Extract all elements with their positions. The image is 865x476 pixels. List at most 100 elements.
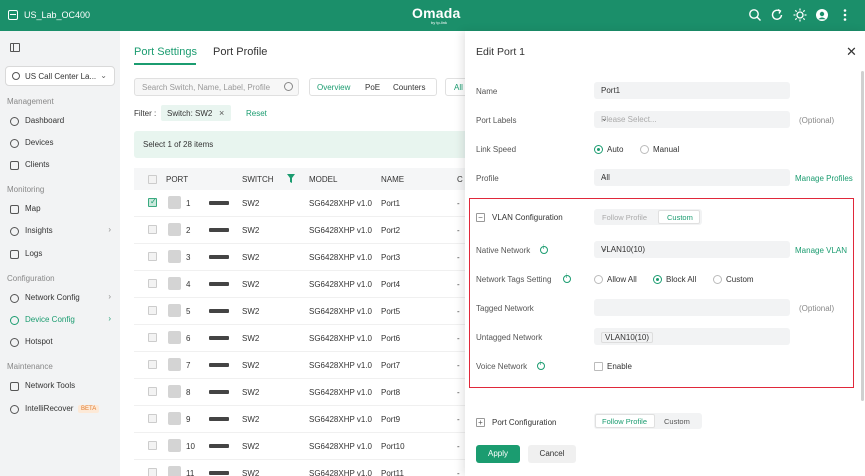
cancel-button[interactable]: Cancel: [528, 445, 576, 463]
port-labels-select[interactable]: Please Select... ⌄: [594, 111, 790, 128]
search-input[interactable]: Search Switch, Name, Label, Profile: [134, 78, 299, 96]
reset-link[interactable]: Reset: [246, 109, 267, 118]
row-checkbox[interactable]: [148, 225, 157, 234]
cell-model: SG6428XHP v1.0: [309, 415, 373, 424]
row-checkbox[interactable]: [148, 414, 157, 423]
select-all-checkbox[interactable]: [148, 175, 157, 184]
row-checkbox[interactable]: [148, 360, 157, 369]
table-row[interactable]: 2 SW2 SG6428XHP v1.0 Port2 -: [134, 217, 474, 244]
row-checkbox[interactable]: [148, 441, 157, 450]
sidebar-item-label: Dashboard: [25, 116, 65, 125]
col-c[interactable]: C: [457, 175, 463, 184]
follow-profile-option[interactable]: Follow Profile: [595, 414, 655, 428]
section-management: Management: [7, 97, 54, 106]
sidebar-item-logs[interactable]: Logs: [0, 245, 120, 263]
section-maintenance: Maintenance: [7, 362, 53, 371]
close-icon[interactable]: ✕: [846, 44, 857, 60]
sidebar-item-clients[interactable]: Clients: [0, 156, 120, 174]
table-row[interactable]: 11 SW2 SG6428XHP v1.0 Port11 -: [134, 460, 474, 476]
manage-vlan-link[interactable]: Manage VLAN: [795, 246, 847, 255]
block-all-radio[interactable]: [653, 275, 662, 284]
custom-option[interactable]: Custom: [658, 210, 700, 224]
row-checkbox[interactable]: [148, 306, 157, 315]
row-checkbox[interactable]: [148, 252, 157, 261]
site-selector[interactable]: US Call Center La... ⌄: [5, 66, 115, 86]
follow-profile-label: Follow Profile: [602, 417, 648, 426]
expand-icon[interactable]: +: [476, 418, 485, 427]
table-row[interactable]: 7 SW2 SG6428XHP v1.0 Port7 -: [134, 352, 474, 379]
col-name[interactable]: NAME: [381, 175, 404, 184]
table-row[interactable]: 10 SW2 SG6428XHP v1.0 Port10 -: [134, 433, 474, 460]
vlan-configuration-highlight: [469, 198, 854, 388]
sidebar-item-map[interactable]: Map: [0, 200, 120, 218]
profile-select[interactable]: All ⌄: [594, 169, 790, 186]
name-field[interactable]: Port1: [594, 82, 790, 99]
table-row[interactable]: 8 SW2 SG6428XHP v1.0 Port8 -: [134, 379, 474, 406]
filter-chip-label: Switch: SW2: [167, 109, 213, 118]
table-row[interactable]: 6 SW2 SG6428XHP v1.0 Port6 -: [134, 325, 474, 352]
more-icon[interactable]: [838, 8, 852, 22]
sidebar-item-insights[interactable]: Insights ›: [0, 222, 120, 240]
row-checkbox[interactable]: [148, 387, 157, 396]
sidebar-item-hotspot[interactable]: Hotspot: [0, 333, 120, 351]
info-icon[interactable]: [537, 361, 545, 370]
tagged-network-select[interactable]: [594, 299, 790, 316]
custom-option[interactable]: Custom: [664, 417, 690, 426]
close-icon[interactable]: ×: [219, 108, 224, 118]
scrollbar[interactable]: [861, 71, 864, 401]
refresh-icon[interactable]: [770, 8, 784, 22]
sidebar-item-network-tools[interactable]: Network Tools: [0, 377, 120, 395]
sidebar-item-label: Logs: [25, 249, 43, 258]
collapse-sidebar-icon[interactable]: [10, 43, 20, 52]
avatar[interactable]: [815, 8, 829, 22]
switch-icon: [209, 417, 229, 421]
network-tags-label: Network Tags Setting: [476, 275, 552, 284]
follow-profile-option[interactable]: Follow Profile: [602, 213, 647, 222]
row-checkbox[interactable]: [148, 468, 157, 476]
vlan-mode-toggle[interactable]: Follow Profile Custom: [594, 209, 702, 225]
sidebar-item-devices[interactable]: Devices: [0, 134, 120, 152]
col-port[interactable]: PORT: [166, 175, 188, 184]
tab-overview[interactable]: Overview: [317, 83, 350, 92]
tab-poe[interactable]: PoE: [365, 83, 380, 92]
native-network-label: Native Network: [476, 246, 531, 255]
tab-port-profile[interactable]: Port Profile: [213, 46, 267, 58]
filter-icon[interactable]: [287, 174, 295, 183]
col-switch[interactable]: SWITCH: [242, 175, 274, 184]
info-icon[interactable]: [540, 245, 548, 254]
tab-port-settings[interactable]: Port Settings: [134, 46, 197, 58]
tab-counters[interactable]: Counters: [393, 83, 425, 92]
site-name[interactable]: US_Lab_OC400: [24, 10, 90, 20]
table-row[interactable]: 5 SW2 SG6428XHP v1.0 Port5 -: [134, 298, 474, 325]
sidebar-item-label: Devices: [25, 138, 54, 147]
manage-profiles-link[interactable]: Manage Profiles: [795, 174, 853, 183]
table-row[interactable]: 9 SW2 SG6428XHP v1.0 Port9 -: [134, 406, 474, 433]
sidebar-item-device-config[interactable]: Device Config ›: [0, 311, 120, 329]
link-speed-manual-radio[interactable]: [640, 145, 649, 154]
table-row[interactable]: 3 SW2 SG6428XHP v1.0 Port3 -: [134, 244, 474, 271]
port-config-section-title: Port Configuration: [492, 418, 557, 427]
voice-enable-checkbox[interactable]: [594, 362, 603, 371]
cell-model: SG6428XHP v1.0: [309, 334, 373, 343]
port-config-mode-toggle[interactable]: Follow Profile Custom: [594, 413, 702, 429]
sidebar-item-intellirecover[interactable]: IntelliRecover BETA: [0, 400, 120, 418]
allow-all-radio[interactable]: [594, 275, 603, 284]
apply-button[interactable]: Apply: [476, 445, 520, 463]
link-speed-auto-radio[interactable]: [594, 145, 603, 154]
row-checkbox[interactable]: [148, 279, 157, 288]
row-checkbox[interactable]: [148, 333, 157, 342]
info-icon[interactable]: [563, 274, 571, 283]
allow-all-label: Allow All: [607, 275, 637, 284]
search-icon[interactable]: [748, 8, 762, 22]
collapse-icon[interactable]: −: [476, 213, 485, 222]
table-row[interactable]: 1 SW2 SG6428XHP v1.0 Port1 -: [134, 190, 474, 217]
theme-icon[interactable]: [793, 8, 807, 22]
sidebar-item-network-config[interactable]: Network Config ›: [0, 289, 120, 307]
custom-tags-radio[interactable]: [713, 275, 722, 284]
native-network-select[interactable]: VLAN10(10) ⌄: [594, 241, 790, 258]
sidebar-item-dashboard[interactable]: Dashboard: [0, 112, 120, 130]
table-row[interactable]: 4 SW2 SG6428XHP v1.0 Port4 -: [134, 271, 474, 298]
row-checkbox[interactable]: [148, 197, 157, 207]
port-icon: [168, 385, 181, 398]
col-model[interactable]: MODEL: [309, 175, 337, 184]
